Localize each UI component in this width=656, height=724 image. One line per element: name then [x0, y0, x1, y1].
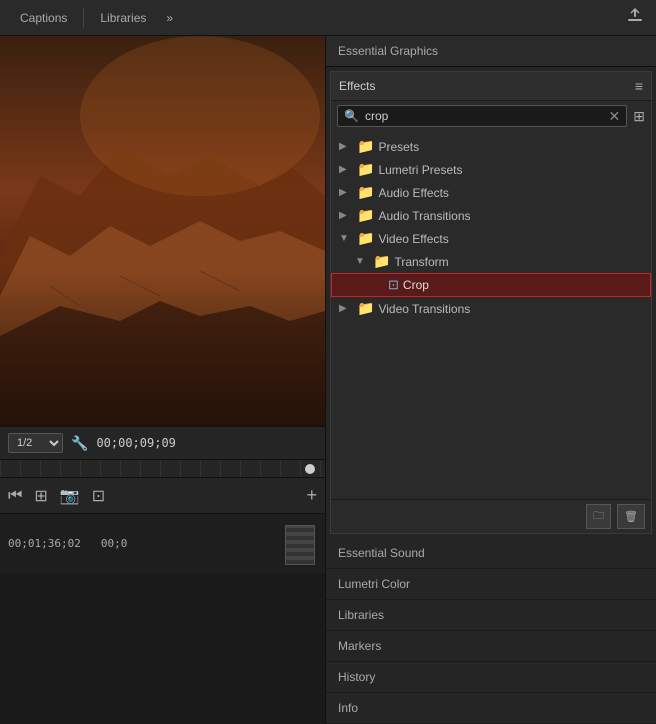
tab-captions-label: Captions	[20, 11, 67, 25]
effects-tree: ▶ 📁 Presets ▶ 📁 Lumetri Presets ▶ 📁 Audi…	[331, 131, 651, 499]
more-icon: »	[166, 11, 173, 25]
folder-icon-lumetri: 📁	[357, 161, 374, 178]
transform-label: Transform	[394, 255, 448, 269]
video-preview	[0, 36, 325, 426]
tree-item-video-effects[interactable]: ▼ 📁 Video Effects	[331, 227, 651, 250]
tree-item-lumetri-presets[interactable]: ▶ 📁 Lumetri Presets	[331, 158, 651, 181]
delete-button[interactable]: 🗑	[617, 504, 645, 529]
effect-icon-crop: ⊡	[388, 277, 399, 293]
search-row: 🔍 ✕ ⊞	[337, 105, 645, 127]
timeline-area: 00;01;36;02 00;0	[0, 513, 325, 573]
crop-label: Crop	[403, 278, 429, 292]
export-icon	[626, 7, 644, 25]
terrain-svg	[0, 36, 325, 426]
tab-libraries-label: Libraries	[100, 11, 146, 25]
tab-captions[interactable]: Captions	[8, 0, 79, 36]
add-button[interactable]: +	[306, 485, 317, 506]
settings-icon[interactable]: 🔧	[71, 435, 88, 452]
effects-menu-icon[interactable]: ≡	[635, 78, 643, 94]
tab-separator	[83, 8, 84, 28]
folder-icon-transform: 📁	[373, 253, 390, 270]
folder-icon-audio-effects: 📁	[357, 184, 374, 201]
tree-item-audio-effects[interactable]: ▶ 📁 Audio Effects	[331, 181, 651, 204]
chevron-audio-effects: ▶	[339, 187, 353, 198]
grid-view-icon[interactable]: ⊞	[633, 108, 645, 125]
preview-controls: 1/2 🔧 00;00;09;09	[0, 426, 325, 459]
essential-sound-label: Essential Sound	[338, 546, 425, 560]
tree-item-video-transitions[interactable]: ▶ 📁 Video Transitions	[331, 297, 651, 320]
timecode-display: 00;00;09;09	[96, 436, 175, 450]
terrain-overlay	[0, 36, 325, 426]
insert-icon[interactable]: ⊡	[92, 486, 105, 506]
info-label: Info	[338, 701, 358, 715]
search-clear-icon[interactable]: ✕	[609, 109, 621, 123]
markers-label: Markers	[338, 639, 381, 653]
timeline-scrubber[interactable]	[0, 459, 325, 477]
export-button[interactable]	[622, 3, 648, 32]
tree-item-crop[interactable]: ⊡ Crop	[331, 273, 651, 297]
section-markers[interactable]: Markers	[326, 631, 656, 662]
lumetri-presets-label: Lumetri Presets	[378, 163, 462, 177]
tree-item-audio-transitions[interactable]: ▶ 📁 Audio Transitions	[331, 204, 651, 227]
camera-icon[interactable]: 📷	[60, 486, 80, 506]
folder-icon-video-transitions: 📁	[357, 300, 374, 317]
effects-panel: Effects ≡ 🔍 ✕ ⊞ ▶ 📁 Presets	[330, 71, 652, 534]
bottom-sections: Essential Sound Lumetri Color Libraries …	[326, 538, 656, 724]
chevron-presets: ▶	[339, 141, 353, 152]
tree-item-presets[interactable]: ▶ 📁 Presets	[331, 135, 651, 158]
section-libraries[interactable]: Libraries	[326, 600, 656, 631]
folder-icon-presets: 📁	[357, 138, 374, 155]
nest-icon[interactable]: ⊞	[34, 486, 47, 506]
effects-panel-title: Effects	[339, 79, 375, 93]
chevron-transform: ▼	[355, 256, 369, 267]
new-folder-button[interactable]: 🗀	[586, 504, 611, 529]
libraries-label: Libraries	[338, 608, 384, 622]
tree-item-transform[interactable]: ▼ 📁 Transform	[331, 250, 651, 273]
history-label: History	[338, 670, 375, 684]
search-bar[interactable]: 🔍 ✕	[337, 105, 627, 127]
audio-effects-label: Audio Effects	[378, 186, 449, 200]
tab-more-button[interactable]: »	[158, 11, 181, 25]
essential-graphics-header: Essential Graphics	[326, 36, 656, 67]
presets-label: Presets	[378, 140, 419, 154]
video-transitions-label: Video Transitions	[378, 302, 470, 316]
chevron-audio-transitions: ▶	[339, 210, 353, 221]
top-tabs-bar: Captions Libraries »	[0, 0, 656, 36]
timeline-timecode-1: 00;01;36;02	[8, 537, 81, 550]
left-panel: 1/2 🔧 00;00;09;09 ⏮ ⊞ 📷 ⊡ + 00;01;36;02 …	[0, 36, 325, 724]
audio-transitions-label: Audio Transitions	[378, 209, 470, 223]
timeline-timecode-2: 00;0	[101, 537, 128, 550]
zoom-select[interactable]: 1/2	[8, 433, 63, 453]
video-effects-label: Video Effects	[378, 232, 448, 246]
scrubber-thumb[interactable]	[305, 464, 315, 474]
right-panel: Essential Graphics Effects ≡ 🔍 ✕ ⊞ ▶	[325, 36, 656, 724]
scrubber-marks	[0, 460, 325, 477]
essential-graphics-label: Essential Graphics	[338, 44, 438, 58]
folder-icon-audio-transitions: 📁	[357, 207, 374, 224]
toolbar-strip: ⏮ ⊞ 📷 ⊡ +	[0, 477, 325, 513]
search-input[interactable]	[365, 109, 609, 123]
folder-icon-video-effects: 📁	[357, 230, 374, 247]
tab-libraries[interactable]: Libraries	[88, 0, 158, 36]
effects-panel-header: Effects ≡	[331, 72, 651, 101]
section-lumetri-color[interactable]: Lumetri Color	[326, 569, 656, 600]
section-history[interactable]: History	[326, 662, 656, 693]
chevron-lumetri-presets: ▶	[339, 164, 353, 175]
chevron-video-effects: ▼	[339, 233, 353, 244]
search-icon: 🔍	[344, 109, 359, 123]
chevron-video-transitions: ▶	[339, 303, 353, 314]
section-info[interactable]: Info	[326, 693, 656, 724]
main-content: 1/2 🔧 00;00;09;09 ⏮ ⊞ 📷 ⊡ + 00;01;36;02 …	[0, 36, 656, 724]
timeline-clip	[285, 525, 315, 565]
section-essential-sound[interactable]: Essential Sound	[326, 538, 656, 569]
effects-footer: 🗀 🗑	[331, 499, 651, 533]
lumetri-color-label: Lumetri Color	[338, 577, 410, 591]
timeline-row: 00;01;36;02 00;0	[8, 537, 317, 550]
back-icon[interactable]: ⏮	[8, 487, 22, 505]
